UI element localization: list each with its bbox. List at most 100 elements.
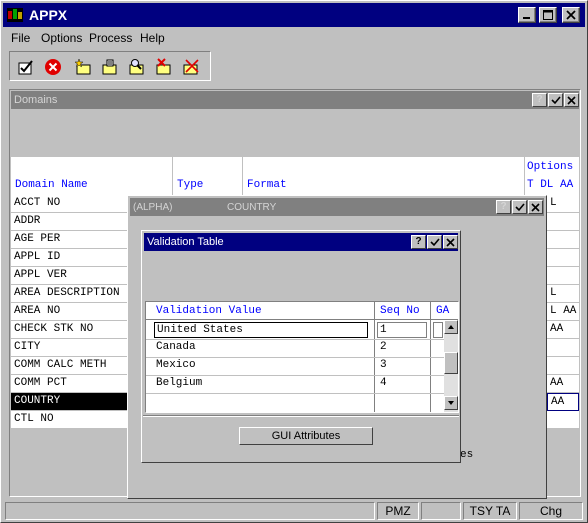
check-doc-button[interactable]	[16, 57, 36, 77]
edit-doc-button[interactable]	[100, 57, 120, 77]
list-item[interactable]: COMM CALC METH	[11, 357, 129, 375]
domains-ok-button[interactable]	[548, 93, 563, 107]
country-close-button[interactable]	[528, 200, 543, 214]
col-domain-name: Domain Name	[15, 179, 88, 191]
menu-help[interactable]: Help	[140, 31, 165, 45]
new-doc-button[interactable]	[73, 57, 93, 77]
validation-close-button[interactable]	[443, 235, 458, 249]
validation-ok-button[interactable]	[427, 235, 442, 249]
seq-no-cell[interactable]: 3	[380, 359, 387, 371]
status-tsyta: TSY TA	[463, 502, 517, 520]
close-button[interactable]	[562, 7, 580, 23]
ga-cell[interactable]	[433, 322, 443, 338]
option-cell[interactable]	[547, 267, 579, 285]
option-cell[interactable]	[547, 249, 579, 267]
scroll-down-button[interactable]	[444, 396, 458, 410]
validation-header: Validation Value Seq No GA	[146, 302, 458, 320]
minimize-button[interactable]	[518, 7, 536, 23]
status-bar: PMZ TSY TA Chg	[3, 501, 585, 521]
list-item[interactable]: COMM PCT	[11, 375, 129, 393]
option-cell[interactable]: AA	[547, 321, 579, 339]
new-doc-icon	[74, 58, 91, 75]
clear-doc-button[interactable]	[181, 57, 201, 77]
minimize-icon	[523, 17, 530, 19]
option-cell[interactable]	[547, 411, 579, 429]
list-item[interactable]: APPL VER	[11, 267, 129, 285]
app-title: APPX	[29, 7, 68, 23]
check-icon	[550, 95, 561, 104]
domains-close-button[interactable]	[564, 93, 579, 107]
validation-window: Validation Table ? Validation Value Seq …	[141, 230, 461, 463]
seq-no-cell[interactable]: 2	[380, 341, 387, 353]
domains-help-button[interactable]: ?	[532, 93, 547, 107]
arrow-down-icon	[448, 401, 454, 405]
find-doc-icon	[129, 59, 144, 75]
seq-no-cell[interactable]: 1	[377, 322, 427, 338]
validation-value-cell[interactable]: Mexico	[156, 359, 196, 371]
list-item[interactable]: CHECK STK NO	[11, 321, 129, 339]
list-item-selected[interactable]: COUNTRY	[11, 393, 129, 411]
option-cell[interactable]: L AA	[547, 303, 579, 321]
gui-attributes-button[interactable]: GUI Attributes	[239, 427, 373, 445]
close-icon	[531, 202, 540, 212]
cancel-button[interactable]	[43, 57, 63, 77]
check-doc-icon	[18, 60, 33, 75]
list-item[interactable]: AREA DESCRIPTION	[11, 285, 129, 303]
option-cell[interactable]	[547, 213, 579, 231]
list-item[interactable]: ADDR	[11, 213, 129, 231]
seq-no-cell[interactable]: 4	[380, 377, 387, 389]
col-options: Options	[527, 161, 574, 173]
menu-options[interactable]: Options	[41, 31, 82, 45]
check-icon	[429, 237, 440, 246]
domains-list: ACCT NO ADDR AGE PER APPL ID APPL VER AR…	[11, 195, 129, 431]
list-item[interactable]: ACCT NO	[11, 195, 129, 213]
option-cell[interactable]: L	[547, 195, 579, 213]
toolbar	[9, 51, 211, 81]
partial-text: es	[460, 449, 474, 461]
scroll-thumb[interactable]	[444, 352, 458, 374]
col-divider	[242, 157, 243, 195]
list-item[interactable]: APPL ID	[11, 249, 129, 267]
menu-file[interactable]: File	[11, 31, 30, 45]
option-cell[interactable]: L	[547, 285, 579, 303]
list-item[interactable]: CITY	[11, 339, 129, 357]
find-doc-button[interactable]	[127, 57, 147, 77]
country-title: COUNTRY	[227, 202, 277, 213]
validation-help-button[interactable]: ?	[411, 235, 426, 249]
option-cell[interactable]	[547, 339, 579, 357]
option-cell[interactable]	[547, 231, 579, 249]
validation-value-input[interactable]: United States	[154, 322, 368, 338]
menu-process[interactable]: Process	[89, 31, 132, 45]
check-icon	[514, 202, 525, 211]
scroll-up-button[interactable]	[444, 320, 458, 334]
country-ok-button[interactable]	[512, 200, 527, 214]
app-window: APPX File Options Process Help Domains ?…	[0, 0, 588, 523]
delete-doc-icon	[156, 58, 171, 75]
validation-title-bar: Validation Table ?	[144, 233, 458, 251]
option-cell[interactable]: AA	[547, 375, 579, 393]
country-help-button[interactable]: ?	[496, 200, 511, 214]
list-item[interactable]: AGE PER	[11, 231, 129, 249]
col-divider	[172, 157, 173, 195]
maximize-button[interactable]	[539, 7, 557, 23]
option-cell-selected[interactable]: AA	[547, 393, 579, 411]
validation-value-cell[interactable]: Canada	[156, 341, 196, 353]
list-item[interactable]: CTL NO	[11, 411, 129, 429]
status-message	[5, 502, 375, 520]
list-item[interactable]: AREA NO	[11, 303, 129, 321]
title-bar: APPX	[3, 3, 585, 27]
clear-doc-icon	[183, 59, 199, 75]
help-icon: ?	[536, 94, 543, 105]
col-ga: GA	[436, 305, 450, 317]
col-divider	[524, 157, 525, 195]
validation-value-cell[interactable]: Belgium	[156, 377, 202, 389]
option-cell[interactable]	[547, 357, 579, 375]
cancel-icon	[45, 59, 61, 75]
delete-doc-button[interactable]	[154, 57, 174, 77]
separator	[143, 415, 459, 417]
menu-bar: File Options Process Help	[3, 28, 585, 48]
col-validation-value: Validation Value	[156, 305, 262, 317]
col-options-sub: T DL AA	[527, 179, 574, 191]
vertical-scrollbar[interactable]	[444, 320, 458, 412]
country-type-label: (ALPHA)	[133, 202, 173, 213]
